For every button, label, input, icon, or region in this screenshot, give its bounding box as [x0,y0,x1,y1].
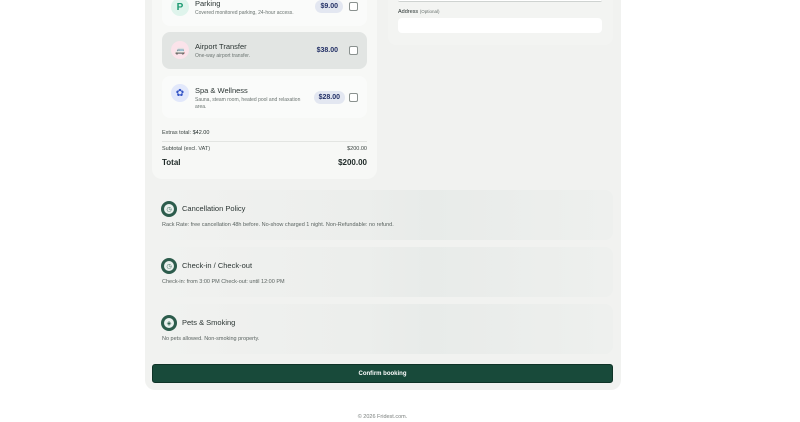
address-label: Address (Optional) [398,9,439,15]
address-label-text: Address [398,9,419,15]
extra-desc: Covered monitored parking, 24-hour acces… [195,10,294,16]
address-optional-text: (Optional) [419,9,440,14]
extras-total-value: $42.00 [192,130,210,136]
extra-name: Airport Transfer [195,42,247,51]
confirm-booking-button[interactable]: Confirm booking [152,364,613,383]
address-input[interactable] [398,18,602,33]
shuttle-icon: 🚐 [171,41,189,59]
shield-icon: ◈ [161,315,177,331]
divider [162,141,367,142]
extra-price: $9.00 [315,0,343,13]
extra-name: Spa & Wellness [195,86,248,95]
input-top-edge [398,0,602,2]
policy-text: Rack Rate: free cancellation 48h before.… [162,222,394,228]
extra-desc: One-way airport transfer. [195,53,251,59]
policy-checkin: ◷ Check-in / Check-out Check-in: from 3:… [152,247,613,297]
extra-checkbox[interactable] [349,2,358,11]
extra-airport-transfer[interactable]: 🚐 Airport Transfer One-way airport trans… [162,32,367,69]
extra-name: Parking [195,0,221,8]
policy-title: Pets & Smoking [182,318,236,327]
total-value: $200.00 [338,158,367,167]
policy-title: Cancellation Policy [182,204,246,213]
extras-total: Extras total: $42.00 [162,130,209,136]
extra-spa-wellness[interactable]: ✿ Spa & Wellness Sauna, steam room, heat… [162,76,367,118]
extra-checkbox[interactable] [349,46,358,55]
clock-icon: ◷ [161,258,177,274]
extra-price: $28.00 [313,91,345,104]
extra-parking[interactable]: P Parking Covered monitored parking, 24-… [162,0,367,26]
extra-desc: Sauna, steam room, heated pool and relax… [195,97,301,110]
policy-icon: ◷ [161,201,177,217]
total-label: Total [162,158,181,167]
extra-checkbox[interactable] [349,93,358,102]
extras-total-label: Extras total: [162,130,192,136]
policy-cancellation: ◷ Cancellation Policy Rack Rate: free ca… [152,190,613,240]
policy-text: No pets allowed. Non-smoking property. [162,336,260,342]
policy-text: Check-in: from 3:00 PM Check-out: until … [162,279,285,285]
parking-icon: P [171,0,189,16]
subtotal-label: Subtotal (excl. VAT) [162,146,211,152]
policy-pets-smoking: ◈ Pets & Smoking No pets allowed. Non-sm… [152,304,613,354]
subtotal-value: $200.00 [347,146,367,152]
footer-copyright: © 2026 Fridest.com. [357,414,408,420]
spa-icon: ✿ [171,84,189,102]
policy-title: Check-in / Check-out [182,261,253,270]
extra-price: $38.00 [316,47,338,54]
